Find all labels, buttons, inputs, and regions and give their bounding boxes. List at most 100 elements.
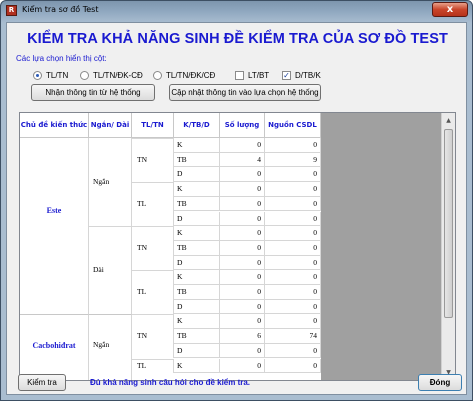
source-cell[interactable]: 0 <box>265 285 321 300</box>
type-label: TN <box>137 154 147 164</box>
topic-label: Este <box>46 206 62 215</box>
close-button[interactable]: Đóng <box>418 374 462 391</box>
source-cell[interactable]: 0 <box>265 167 321 183</box>
checkbox-icon[interactable] <box>235 70 244 80</box>
level-cell[interactable]: D <box>174 255 220 271</box>
level-cell[interactable]: K <box>174 270 220 285</box>
radio-tltn-label: TL/TN <box>46 70 69 80</box>
type-label: TL <box>137 287 147 296</box>
count-cell[interactable]: 0 <box>220 299 265 315</box>
status-text: Đủ khả năng sinh câu hỏi cho đề kiểm tra… <box>90 378 251 387</box>
radio-icon[interactable] <box>80 70 89 80</box>
scroll-thumb[interactable] <box>444 129 453 318</box>
radio-tltn-dkcd[interactable]: TL/TN/ĐK-CĐ <box>80 69 143 81</box>
count-cell[interactable]: 6 <box>220 329 265 344</box>
client-area: KIỂM TRA KHẢ NĂNG SINH ĐỀ KIỂM TRA CỦA S… <box>6 22 467 395</box>
radio-tltn[interactable]: TL/TN <box>33 69 68 81</box>
length-label: Dài <box>93 265 104 274</box>
count-cell[interactable]: 0 <box>220 314 265 330</box>
app-icon: R <box>6 5 17 16</box>
type-label: TL <box>137 198 147 208</box>
level-cell[interactable]: D <box>174 343 220 359</box>
page-title: KIỂM TRA KHẢ NĂNG SINH ĐỀ KIỂM TRA CỦA S… <box>27 31 448 47</box>
window-title: Kiểm tra sơ đồ Test <box>22 5 99 14</box>
source-cell[interactable]: 0 <box>265 299 321 315</box>
radio-icon[interactable] <box>153 70 162 80</box>
count-cell[interactable]: 0 <box>220 285 265 300</box>
radio-tltn-dk-cd[interactable]: TL/TN/ĐK/CĐ <box>153 69 215 81</box>
scroll-up-icon[interactable]: ▲ <box>442 114 455 127</box>
source-cell[interactable]: 0 <box>265 270 321 285</box>
source-cell[interactable]: 0 <box>265 138 321 153</box>
level-cell[interactable]: K <box>174 358 220 374</box>
source-cell[interactable]: 0 <box>265 211 321 227</box>
level-cell[interactable]: K <box>174 182 220 197</box>
level-cell[interactable]: K <box>174 138 220 153</box>
type-label: TN <box>137 331 147 341</box>
source-cell[interactable]: 0 <box>265 182 321 197</box>
source-cell[interactable]: 0 <box>265 196 321 212</box>
level-cell[interactable]: K <box>174 226 220 241</box>
level-cell[interactable]: D <box>174 167 220 183</box>
header-topic[interactable]: Chủ đề kiến thức <box>20 113 89 138</box>
header-level[interactable]: K/TB/D <box>174 113 220 138</box>
data-grid[interactable]: Chủ đề kiến thức Ngắn/ Dài TL/TN K/TB/D … <box>19 112 456 381</box>
source-cell[interactable]: 9 <box>265 152 321 168</box>
title-bar[interactable]: R Kiểm tra sơ đồ Test x <box>1 1 472 21</box>
source-cell[interactable]: 0 <box>265 255 321 271</box>
level-cell[interactable]: TB <box>174 152 220 168</box>
count-cell[interactable]: 0 <box>220 211 265 227</box>
source-cell[interactable]: 0 <box>265 226 321 241</box>
radio-tltn-dk-cd-label: TL/TN/ĐK/CĐ <box>166 70 216 80</box>
header-count[interactable]: Số lượng <box>220 113 265 138</box>
header-length[interactable]: Ngắn/ Dài <box>89 113 132 138</box>
level-cell[interactable]: TB <box>174 285 220 300</box>
level-cell[interactable]: D <box>174 211 220 227</box>
radio-tltn-dkcd-label: TL/TN/ĐK-CĐ <box>93 70 143 80</box>
level-cell[interactable]: D <box>174 299 220 315</box>
topic-label: Cacbohiđrat <box>32 341 76 350</box>
count-cell[interactable]: 0 <box>220 196 265 212</box>
source-cell[interactable]: 74 <box>265 329 321 344</box>
count-cell[interactable]: 0 <box>220 240 265 256</box>
header-type[interactable]: TL/TN <box>132 113 174 138</box>
source-cell[interactable]: 0 <box>265 240 321 256</box>
level-cell[interactable]: TB <box>174 329 220 344</box>
count-cell[interactable]: 0 <box>220 226 265 241</box>
type-label: TL <box>137 360 147 370</box>
count-cell[interactable]: 0 <box>220 255 265 271</box>
check-ltbt-label: LT/BT <box>248 70 270 80</box>
app-window: R Kiểm tra sơ đồ Test x KIỂM TRA KHẢ NĂN… <box>0 0 473 401</box>
topic-cell[interactable] <box>20 138 89 314</box>
level-cell[interactable]: TB <box>174 240 220 256</box>
count-cell[interactable]: 0 <box>220 343 265 359</box>
check-ltbt[interactable]: LT/BT <box>235 69 269 81</box>
source-cell[interactable]: 0 <box>265 343 321 359</box>
count-cell[interactable]: 0 <box>220 358 265 374</box>
type-label: TN <box>137 242 147 252</box>
vertical-scrollbar[interactable]: ▲ ▼ <box>441 113 455 380</box>
close-window-button[interactable]: x <box>432 2 468 17</box>
count-cell[interactable]: 0 <box>220 138 265 153</box>
check-dtbk-label: D/TB/K <box>295 70 321 80</box>
source-cell[interactable]: 0 <box>265 358 321 374</box>
columns-label: Các lựa chọn hiển thị cột: <box>16 54 107 63</box>
count-cell[interactable]: 0 <box>220 182 265 197</box>
count-cell[interactable]: 0 <box>220 270 265 285</box>
check-button[interactable]: Kiểm tra <box>18 374 66 391</box>
count-cell[interactable]: 0 <box>220 167 265 183</box>
checkbox-checked-icon[interactable]: ✓ <box>282 70 291 80</box>
length-label: Ngắn <box>93 177 110 186</box>
level-cell[interactable]: K <box>174 314 220 330</box>
source-cell[interactable]: 0 <box>265 314 321 330</box>
update-info-button[interactable]: Cập nhật thông tin vào lựa chọn hệ thống <box>169 84 321 101</box>
grid-table: Chủ đề kiến thức Ngắn/ Dài TL/TN K/TB/D … <box>20 113 321 380</box>
level-cell[interactable]: TB <box>174 196 220 212</box>
close-icon: x <box>446 4 454 15</box>
count-cell[interactable]: 4 <box>220 152 265 168</box>
header-source[interactable]: Nguồn CSDL <box>265 113 321 138</box>
check-dtbk[interactable]: ✓ D/TB/K <box>282 69 321 81</box>
length-label: Ngắn <box>93 340 110 349</box>
radio-selected-icon[interactable] <box>33 70 42 80</box>
get-info-button[interactable]: Nhận thông tin từ hệ thống <box>31 84 155 101</box>
